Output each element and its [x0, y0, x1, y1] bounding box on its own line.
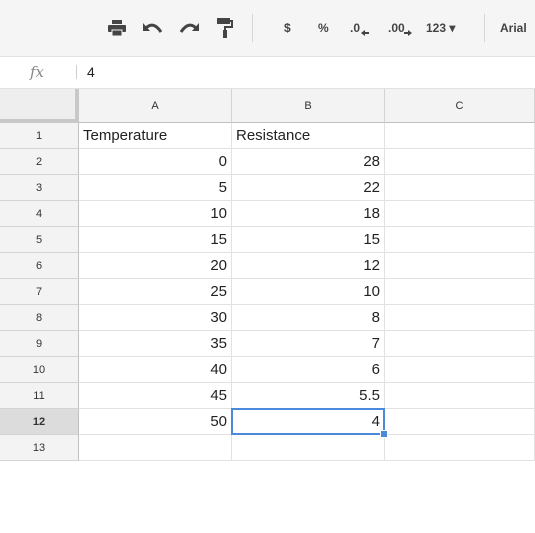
cell-a13[interactable]: [79, 435, 232, 461]
row-header-8[interactable]: 8: [0, 305, 79, 331]
formula-bar: fx 4: [0, 57, 535, 89]
print-icon: [108, 20, 126, 36]
cell-c11[interactable]: [385, 383, 535, 409]
cell-b11[interactable]: 5.5: [232, 383, 385, 409]
cell-c12[interactable]: [385, 409, 535, 435]
cell-b7[interactable]: 10: [232, 279, 385, 305]
cell-c2[interactable]: [385, 149, 535, 175]
arrow-right-icon: [404, 30, 413, 36]
formula-input[interactable]: 4: [87, 64, 95, 80]
cell-b9[interactable]: 7: [232, 331, 385, 357]
redo-icon: [179, 23, 199, 33]
fx-icon: fx: [30, 63, 45, 81]
paint-format-icon: [217, 18, 233, 38]
cell-c3[interactable]: [385, 175, 535, 201]
cell-b12[interactable]: 4: [232, 409, 385, 435]
cell-b8[interactable]: 8: [232, 305, 385, 331]
row-header-2[interactable]: 2: [0, 149, 79, 175]
cell-c5[interactable]: [385, 227, 535, 253]
cell-a8[interactable]: 30: [79, 305, 232, 331]
row-header-10[interactable]: 10: [0, 357, 79, 383]
cell-b3[interactable]: 22: [232, 175, 385, 201]
row-header-13[interactable]: 13: [0, 435, 79, 461]
cell-c10[interactable]: [385, 357, 535, 383]
toolbar-separator: [484, 14, 485, 42]
cell-c1[interactable]: [385, 123, 535, 149]
row-header-6[interactable]: 6: [0, 253, 79, 279]
cell-c7[interactable]: [385, 279, 535, 305]
percent-format-button[interactable]: %: [318, 14, 329, 42]
cell-c8[interactable]: [385, 305, 535, 331]
row-header-11[interactable]: 11: [0, 383, 79, 409]
row-header-9[interactable]: 9: [0, 331, 79, 357]
column-header-c[interactable]: C: [385, 89, 535, 123]
cell-a9[interactable]: 35: [79, 331, 232, 357]
undo-button[interactable]: [140, 14, 166, 42]
cell-c9[interactable]: [385, 331, 535, 357]
decrease-decimal-label: .0: [350, 21, 361, 35]
cell-b6[interactable]: 12: [232, 253, 385, 279]
cell-b5[interactable]: 15: [232, 227, 385, 253]
cell-a7[interactable]: 25: [79, 279, 232, 305]
currency-format-button[interactable]: $: [284, 14, 291, 42]
cell-c4[interactable]: [385, 201, 535, 227]
cell-a1[interactable]: Temperature: [79, 123, 232, 149]
increase-decimal-button[interactable]: .00: [388, 14, 413, 42]
cell-a12[interactable]: 50: [79, 409, 232, 435]
cell-b1[interactable]: Resistance: [232, 123, 385, 149]
cell-a11[interactable]: 45: [79, 383, 232, 409]
row-header-3[interactable]: 3: [0, 175, 79, 201]
formula-separator: [76, 65, 77, 79]
cell-a5[interactable]: 15: [79, 227, 232, 253]
cell-b4[interactable]: 18: [232, 201, 385, 227]
increase-decimal-label: .00: [388, 21, 405, 35]
font-family-dropdown[interactable]: Arial: [500, 14, 527, 42]
cell-b13[interactable]: [232, 435, 385, 461]
cell-b2[interactable]: 28: [232, 149, 385, 175]
row-header-4[interactable]: 4: [0, 201, 79, 227]
arrow-left-icon: [361, 30, 370, 36]
row-header-7[interactable]: 7: [0, 279, 79, 305]
row-header-12[interactable]: 12: [0, 409, 79, 435]
cell-a2[interactable]: 0: [79, 149, 232, 175]
toolbar: $ % .0 .00 123 ▾ Arial: [0, 0, 535, 57]
cell-a3[interactable]: 5: [79, 175, 232, 201]
redo-button[interactable]: [176, 14, 202, 42]
cell-c13[interactable]: [385, 435, 535, 461]
cell-c6[interactable]: [385, 253, 535, 279]
toolbar-separator: [252, 14, 253, 42]
cell-b10[interactable]: 6: [232, 357, 385, 383]
column-header-a[interactable]: A: [79, 89, 232, 123]
column-header-b[interactable]: B: [232, 89, 385, 123]
row-header-1[interactable]: 1: [0, 123, 79, 149]
undo-icon: [143, 23, 163, 33]
cell-a4[interactable]: 10: [79, 201, 232, 227]
select-all-corner[interactable]: [0, 89, 79, 123]
print-button[interactable]: [104, 14, 130, 42]
decrease-decimal-button[interactable]: .0: [350, 14, 370, 42]
row-header-5[interactable]: 5: [0, 227, 79, 253]
cell-a10[interactable]: 40: [79, 357, 232, 383]
paint-format-button[interactable]: [212, 14, 238, 42]
cell-a6[interactable]: 20: [79, 253, 232, 279]
fill-handle[interactable]: [380, 430, 388, 438]
more-formats-dropdown[interactable]: 123 ▾: [426, 14, 455, 42]
